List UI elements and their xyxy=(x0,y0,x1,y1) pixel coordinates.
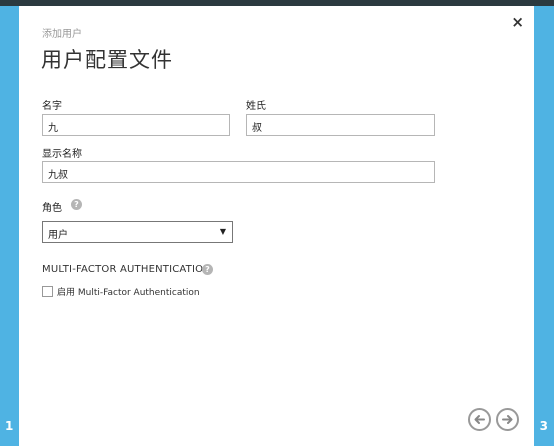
add-user-dialog: × 添加用户 用户配置文件 名字 九 姓氏 叔 显示名称 九叔 角色 ? 用户 … xyxy=(19,6,534,446)
dialog-subtitle: 添加用户 xyxy=(42,29,82,40)
mfa-enable-checkbox[interactable] xyxy=(42,286,53,297)
role-label: 角色 xyxy=(42,203,62,214)
last-name-input[interactable]: 叔 xyxy=(246,114,435,136)
mfa-enable-prefix: 启用 xyxy=(57,288,76,298)
mfa-enable-text: Multi-Factor Authentication xyxy=(77,288,200,298)
display-name-input[interactable]: 九叔 xyxy=(42,161,435,183)
next-arrow-icon xyxy=(502,415,513,424)
back-arrow-icon xyxy=(474,415,485,424)
role-help-icon[interactable]: ? xyxy=(71,199,82,210)
role-selected-value: 用户 xyxy=(48,230,68,241)
back-button[interactable] xyxy=(468,408,491,431)
next-button[interactable] xyxy=(496,408,519,431)
mfa-help-icon[interactable]: ? xyxy=(202,264,213,275)
page-title: 用户配置文件 xyxy=(41,48,173,72)
mfa-enable-label[interactable]: 启用 Multi-Factor Authentication xyxy=(57,285,200,298)
step-number-previous: 1 xyxy=(5,419,14,433)
last-name-label: 姓氏 xyxy=(246,101,266,112)
close-icon[interactable]: × xyxy=(511,13,524,31)
display-name-label: 显示名称 xyxy=(42,149,82,160)
chevron-down-icon: ▼ xyxy=(219,227,226,236)
first-name-label: 名字 xyxy=(42,101,62,112)
wizard-left-strip: 1 xyxy=(0,6,19,446)
role-select[interactable]: 用户 ▼ xyxy=(42,221,233,243)
wizard-right-strip: 3 xyxy=(534,6,554,446)
mfa-section-title: MULTI-FACTOR AUTHENTICATION xyxy=(42,264,211,275)
first-name-input[interactable]: 九 xyxy=(42,114,230,136)
step-number-next: 3 xyxy=(539,419,548,433)
